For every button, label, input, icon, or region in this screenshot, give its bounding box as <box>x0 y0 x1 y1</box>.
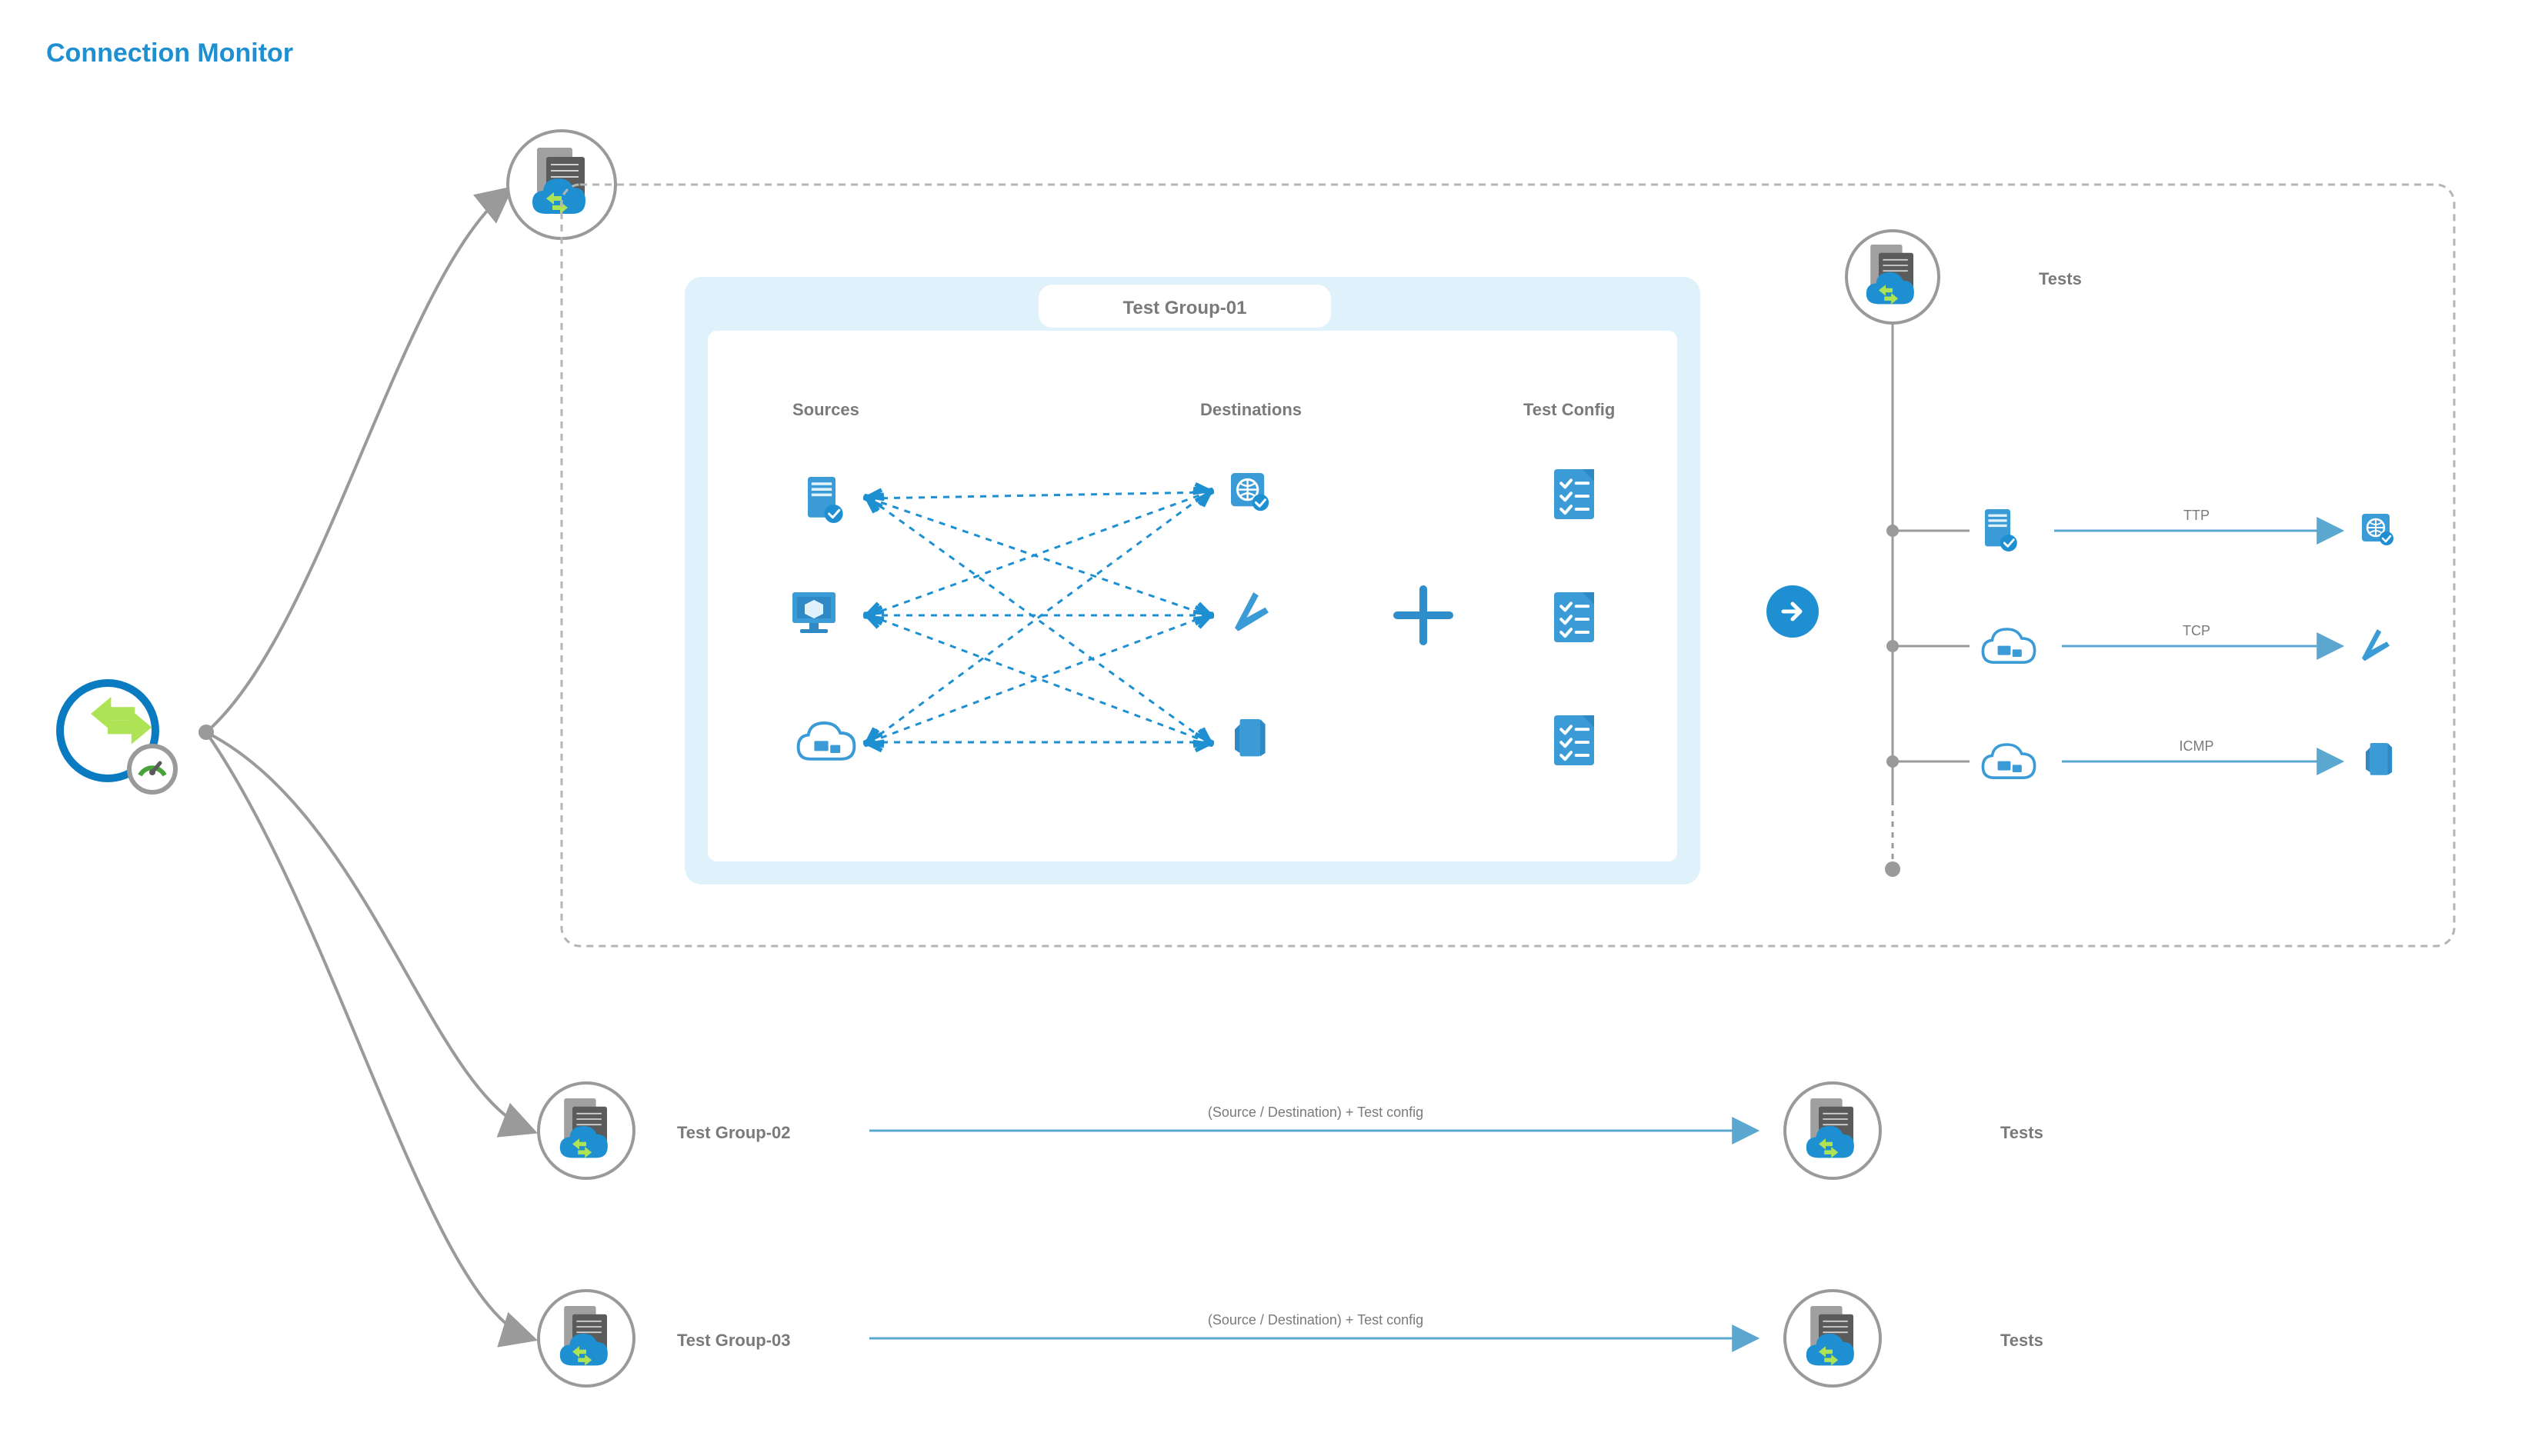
col-sources: Sources <box>792 400 859 419</box>
group2-label: Test Group-02 <box>677 1123 791 1142</box>
test-group-01-panel: Test Group-01 Sources Destinations Test … <box>685 277 1700 885</box>
test-group-01-title: Test Group-01 <box>1123 298 1247 318</box>
page-title: Connection Monitor <box>46 38 293 68</box>
col-destinations: Destinations <box>1200 400 1302 419</box>
testconfig-2-icon <box>1554 592 1594 642</box>
test-group-03-row: Test Group-03 (Source / Destination) + T… <box>539 1291 2043 1386</box>
arrow-produces-tests <box>1766 585 1819 638</box>
test-row-ttp: TTP <box>1886 508 2393 551</box>
test-row-tcp: TCP <box>1886 623 2390 662</box>
tests-tree: Tests TTP TCP ICMP <box>1846 231 2393 877</box>
test-proto-3: ICMP <box>2180 738 2214 754</box>
group3-tests: Tests <box>2000 1331 2043 1350</box>
network-watcher-icon <box>60 683 175 792</box>
tests-header: Tests <box>2039 269 2082 288</box>
testconfig-1-icon <box>1554 469 1594 519</box>
test-proto-1: TTP <box>2183 508 2210 523</box>
testconfig-3-icon <box>1554 715 1594 765</box>
group2-tests: Tests <box>2000 1123 2043 1142</box>
test-proto-2: TCP <box>2183 623 2210 638</box>
curve-to-group1 <box>206 191 508 732</box>
curve-to-group3 <box>206 732 531 1338</box>
group2-arrow-label: (Source / Destination) + Test config <box>1208 1104 1423 1120</box>
group3-label: Test Group-03 <box>677 1331 791 1350</box>
col-testconfig: Test Config <box>1523 400 1615 419</box>
connection-monitor-diagram: Connection Monitor Test Group-01 So <box>0 0 2525 1456</box>
dest-url-icon <box>1231 473 1269 511</box>
test-row-icmp: ICMP <box>1886 738 2392 778</box>
test-group-02-row: Test Group-02 (Source / Destination) + T… <box>539 1083 2043 1178</box>
group3-arrow-label: (Source / Destination) + Test config <box>1208 1312 1423 1328</box>
curve-to-group2 <box>206 732 531 1131</box>
